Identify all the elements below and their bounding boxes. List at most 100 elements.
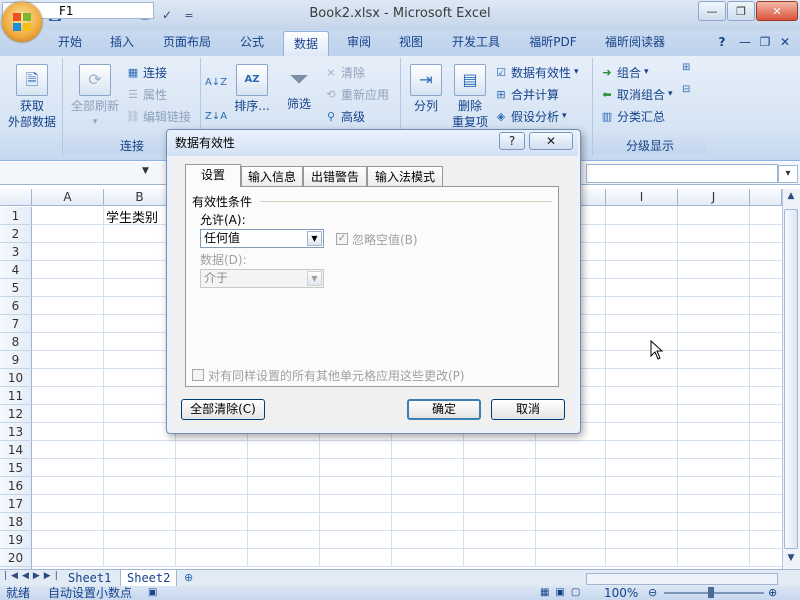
data-dropdown-icon[interactable]: ▼ — [307, 271, 322, 286]
row-header[interactable]: 20 — [0, 549, 32, 567]
tab-settings[interactable]: 设置 — [185, 164, 241, 187]
zoom-out-icon[interactable]: ⊖ — [648, 586, 657, 600]
tab-developer[interactable]: 开发工具 — [446, 30, 506, 54]
scroll-down-icon[interactable]: ▼ — [784, 553, 798, 567]
row-header[interactable]: 4 — [0, 261, 32, 279]
allow-select[interactable]: 任何值 ▼ — [200, 229, 324, 248]
reapply-button[interactable]: ⟲ 重新应用 — [324, 84, 389, 104]
connections-button[interactable]: ▦ 连接 — [126, 62, 167, 82]
row-header[interactable]: 17 — [0, 495, 32, 513]
minimize-button[interactable]: — — [698, 1, 726, 21]
row-header[interactable]: 3 — [0, 243, 32, 261]
column-header-k[interactable] — [750, 189, 782, 206]
zoom-slider[interactable] — [664, 592, 764, 594]
edit-links-button[interactable]: ⛓ 编辑链接 — [126, 106, 191, 126]
filter-button[interactable]: ⏷ 筛选 — [280, 64, 318, 112]
ribbon-restore-button[interactable]: ❐ — [756, 30, 774, 54]
formula-input[interactable] — [586, 164, 778, 183]
data-validation-button[interactable]: ☑ 数据有效性 ▾ — [494, 62, 578, 82]
customize-qat-button[interactable]: = — [180, 6, 198, 24]
row-header[interactable]: 8 — [0, 333, 32, 351]
row-header[interactable]: 12 — [0, 405, 32, 423]
insert-sheet-icon[interactable]: ⊕ — [184, 571, 193, 584]
vertical-scroll-thumb[interactable] — [784, 209, 798, 549]
dialog-close-button[interactable]: ✕ — [529, 132, 573, 150]
cancel-button[interactable]: 取消 — [491, 399, 565, 420]
name-box-dropdown-icon[interactable]: ▼ — [142, 166, 149, 176]
sort-ascending-button[interactable]: A↓Z — [205, 72, 227, 92]
close-button[interactable]: ✕ — [756, 1, 798, 21]
tab-page-layout[interactable]: 页面布局 — [156, 30, 218, 54]
expand-formula-bar-button[interactable]: ▾ — [778, 165, 798, 183]
column-header-a[interactable]: A — [32, 189, 104, 206]
tab-home[interactable]: 开始 — [48, 30, 92, 54]
properties-button[interactable]: ☰ 属性 — [126, 84, 167, 104]
tab-insert[interactable]: 插入 — [102, 30, 142, 54]
allow-dropdown-icon[interactable]: ▼ — [307, 231, 322, 246]
zoom-slider-thumb[interactable] — [708, 587, 714, 598]
view-buttons-icon[interactable]: ▦▣▢ — [540, 586, 586, 600]
horizontal-scrollbar[interactable] — [586, 573, 778, 585]
ignore-blank-checkbox[interactable]: ✓ — [336, 233, 348, 245]
row-header[interactable]: 11 — [0, 387, 32, 405]
scroll-up-icon[interactable]: ▲ — [784, 191, 798, 205]
what-if-analysis-button[interactable]: ◈ 假设分析 ▾ — [494, 106, 567, 126]
tab-foxit-reader[interactable]: 福昕阅读器 — [600, 30, 670, 54]
tab-review[interactable]: 审阅 — [339, 30, 379, 54]
row-header[interactable]: 2 — [0, 225, 32, 243]
zoom-in-icon[interactable]: ⊕ — [768, 586, 777, 600]
macro-record-icon[interactable]: ▣ — [148, 586, 157, 600]
tab-foxit-pdf[interactable]: 福昕PDF — [524, 30, 582, 54]
group-button[interactable]: ➜ 组合 ▾ — [600, 62, 648, 82]
advanced-filter-button[interactable]: ⚲ 高级 — [324, 106, 365, 126]
row-header[interactable]: 6 — [0, 297, 32, 315]
row-header[interactable]: 5 — [0, 279, 32, 297]
ungroup-button[interactable]: ⬅ 取消组合 ▾ — [600, 84, 672, 104]
remove-duplicates-button[interactable]: ▤ 删除 重复项 — [448, 64, 492, 130]
sort-button[interactable]: AZ 排序... — [232, 64, 272, 114]
data-select[interactable]: 介于 ▼ — [200, 269, 324, 288]
ok-button[interactable]: 确定 — [407, 399, 481, 420]
dialog-help-button[interactable]: ? — [499, 132, 525, 150]
tab-ime-mode[interactable]: 输入法模式 — [367, 166, 443, 186]
cell-b1[interactable]: 学生类别 — [106, 207, 158, 226]
tab-input-message[interactable]: 输入信息 — [241, 166, 303, 186]
tab-error-alert[interactable]: 出错警告 — [303, 166, 367, 186]
row-header[interactable]: 13 — [0, 423, 32, 441]
refresh-all-button[interactable]: ⟳ 全部刷新 ▾ — [66, 64, 124, 130]
get-external-data-button[interactable]: 🗎 获取 外部数据 — [2, 64, 62, 130]
ribbon-minimize-button[interactable]: — — [736, 30, 754, 54]
clear-all-button[interactable]: 全部清除(C) — [181, 399, 265, 420]
office-button[interactable] — [2, 2, 42, 42]
sheet-tab-sheet2[interactable]: Sheet2 — [120, 570, 178, 587]
clear-filter-button[interactable]: ⨯ 清除 — [324, 62, 365, 82]
tab-view[interactable]: 视图 — [391, 30, 431, 54]
sheet-nav-icon[interactable]: |◀◀▶▶| — [4, 571, 62, 581]
restore-button[interactable]: ❐ — [727, 1, 755, 21]
sheet-tab-sheet1[interactable]: Sheet1 — [62, 570, 117, 586]
tab-formulas[interactable]: 公式 — [232, 30, 272, 54]
ribbon-close-button[interactable]: ✕ — [776, 30, 794, 54]
row-header[interactable]: 10 — [0, 369, 32, 387]
row-header[interactable]: 1 — [0, 207, 32, 225]
text-to-columns-button[interactable]: ⇥ 分列 — [406, 64, 446, 114]
row-header[interactable]: 15 — [0, 459, 32, 477]
row-header[interactable]: 19 — [0, 531, 32, 549]
row-header[interactable]: 9 — [0, 351, 32, 369]
consolidate-button[interactable]: ⊞ 合并计算 — [494, 84, 559, 104]
select-all-corner[interactable] — [0, 189, 32, 206]
column-header-j[interactable]: J — [678, 189, 750, 206]
spelling-icon[interactable]: ✓ — [158, 6, 176, 24]
hide-detail-icon[interactable]: ⊟ — [682, 84, 690, 95]
column-header-i[interactable]: I — [606, 189, 678, 206]
subtotal-button[interactable]: ▥ 分类汇总 — [600, 106, 665, 126]
row-header[interactable]: 16 — [0, 477, 32, 495]
show-detail-icon[interactable]: ⊞ — [682, 62, 690, 73]
apply-all-checkbox[interactable] — [192, 369, 204, 381]
row-header[interactable]: 14 — [0, 441, 32, 459]
zoom-level[interactable]: 100% — [604, 586, 638, 600]
tab-data[interactable]: 数据 — [283, 31, 329, 57]
sort-descending-button[interactable]: Z↓A — [205, 106, 227, 126]
help-icon[interactable]: ? — [712, 30, 732, 54]
row-header[interactable]: 18 — [0, 513, 32, 531]
